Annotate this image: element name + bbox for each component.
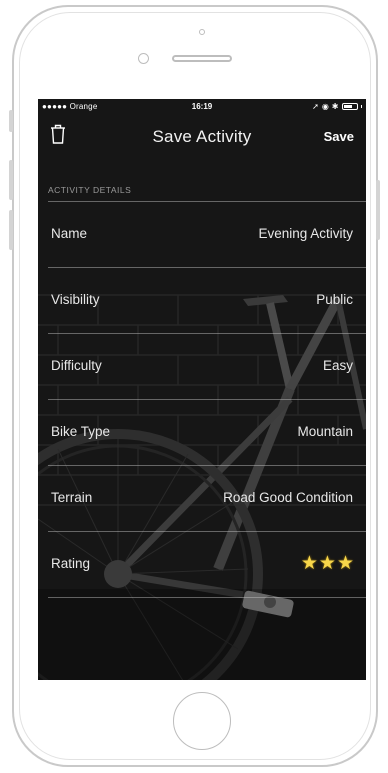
row-rating[interactable]: Rating ★ ★ ★ [38,532,366,596]
section-header: ACTIVITY DETAILS [48,185,132,195]
row-terrain[interactable]: Terrain Road Good Condition [38,466,366,530]
row-value: Mountain [297,424,353,439]
row-label: Bike Type [51,424,111,439]
star-icon[interactable]: ★ [319,554,336,574]
star-icon[interactable]: ★ [301,554,318,574]
row-label: Terrain [51,490,93,505]
app-screen: ●●●●● Orange 16:19 ➚ ◉ ✱ Save Activity S… [38,99,366,680]
row-name[interactable]: Name Evening Activity [38,202,366,266]
volume-down-button [9,210,13,250]
row-label: Rating [51,556,91,571]
status-icons: ➚ ◉ ✱ [312,102,362,111]
row-difficulty[interactable]: Difficulty Easy [38,334,366,398]
volume-up-button [9,160,13,200]
save-button[interactable]: Save [324,129,354,144]
power-button [376,180,380,240]
row-value: Evening Activity [258,226,353,241]
earpiece-speaker [172,55,232,62]
battery-tip [360,105,362,108]
alarm-icon: ◉ [321,102,329,111]
row-value: Road Good Condition [223,490,353,505]
status-bar: ●●●●● Orange 16:19 ➚ ◉ ✱ [38,99,366,115]
star-icon[interactable]: ★ [337,554,354,574]
front-camera [138,53,149,64]
bluetooth-icon: ✱ [331,102,339,111]
page-title: Save Activity [152,127,252,146]
row-divider [48,597,366,598]
row-visibility[interactable]: Visibility Public [38,268,366,332]
location-arrow-icon: ➚ [312,102,319,111]
home-button[interactable] [173,692,231,750]
row-value: Public [316,292,353,307]
row-label: Name [51,226,88,241]
proximity-sensor [199,29,205,35]
rating-stars[interactable]: ★ ★ ★ [301,554,354,574]
mute-switch [9,110,13,132]
row-label: Visibility [51,292,100,307]
row-value: Easy [322,358,353,373]
battery-icon [341,103,358,110]
nav-bar: Save Activity Save [38,115,366,155]
row-label: Difficulty [51,358,102,373]
row-bike-type[interactable]: Bike Type Mountain [38,400,366,464]
